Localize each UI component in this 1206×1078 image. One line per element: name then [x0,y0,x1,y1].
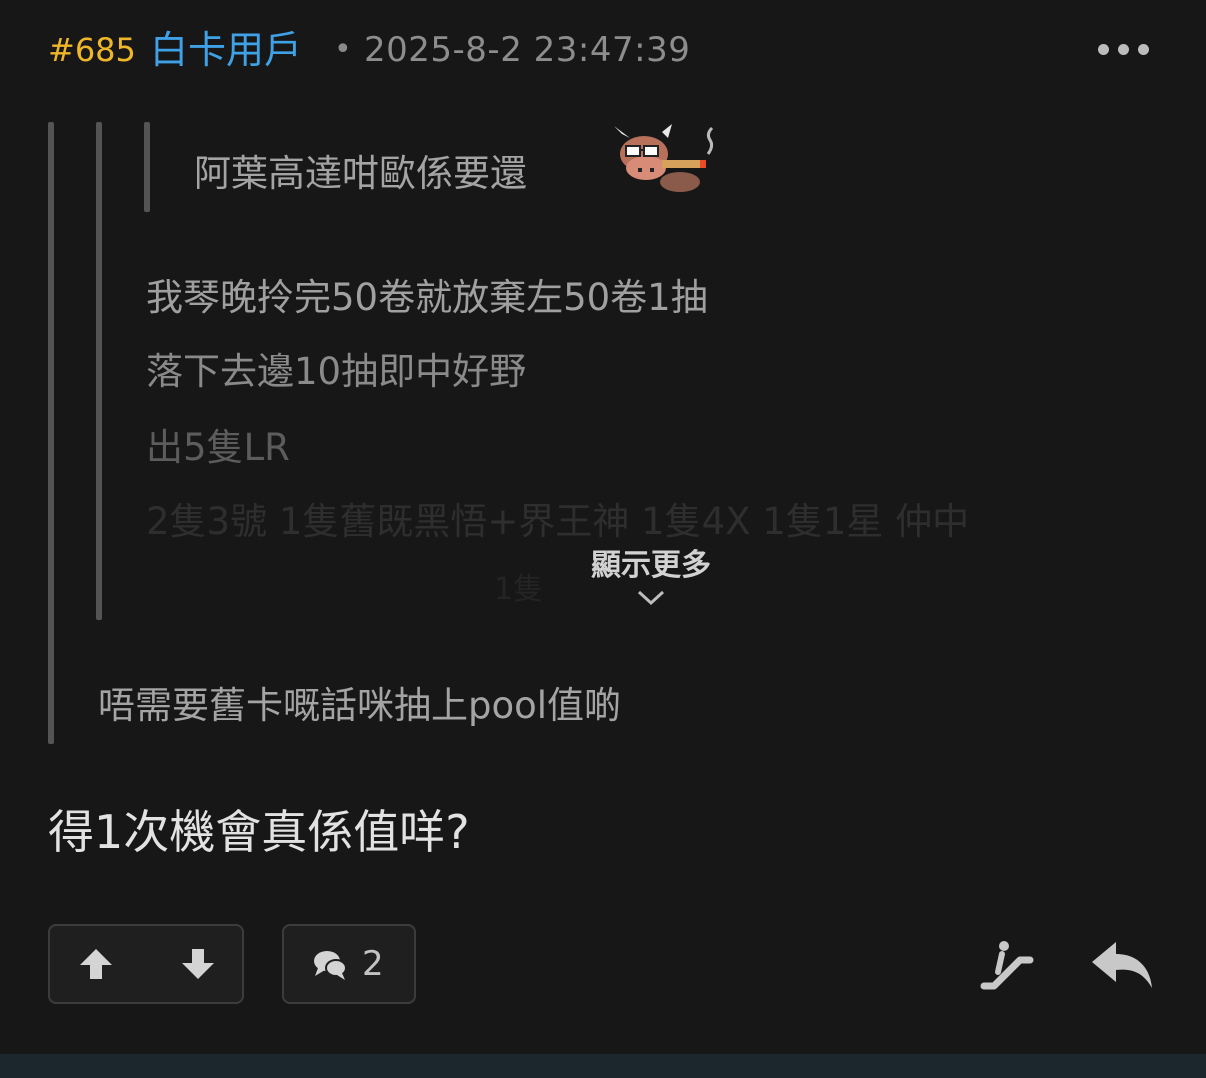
reply-button[interactable] [1090,938,1154,990]
quote-level-2-line: 1隻 [494,572,544,607]
downvote-button[interactable] [178,944,218,984]
comments-icon [314,951,347,980]
cow-smoking-cigar-emoji [610,124,722,196]
quote-bar-level-3 [144,122,150,212]
username-link[interactable]: 白卡用戶 [150,26,302,74]
quote-level-2-line: 落下去邊10抽即中好野 [146,350,527,393]
escalator-button[interactable] [980,938,1036,990]
upvote-button[interactable] [76,944,116,984]
show-more-label: 顯示更多 [591,548,711,583]
bottom-bar [0,1054,1206,1078]
quote-level-2-line: 2隻3號 1隻舊既黑悟+界王神 1隻4X 1隻1星 仲中 [146,500,970,543]
header-separator: • [334,32,352,67]
quote-bar-level-2 [96,122,102,620]
ellipsis-icon[interactable] [1094,36,1154,64]
vote-group [48,924,244,1004]
chevron-down-icon [637,590,665,606]
quote-level-2-line: 我琴晚拎完50卷就放棄左50卷1抽 [146,276,708,319]
comments-button[interactable]: 2 [282,924,416,1004]
escalator-icon [980,941,1034,990]
post-number: #685 [48,31,136,69]
quote-bar-level-1 [48,122,54,744]
post-timestamp: 2025-8-2 23:47:39 [364,30,691,70]
arrow-down-icon [182,949,214,979]
reply-icon [1092,942,1152,988]
post-content: 得1次機會真係值咩? [48,805,470,859]
arrow-up-icon [80,949,112,979]
quote-level-3-text: 阿葉高達咁歐係要還 [194,152,527,195]
quote-level-2-line: 出5隻LR [146,426,290,469]
show-more-button[interactable]: 顯示更多 [548,544,754,620]
post-container: #685 白卡用戶 • 2025-8-2 23:47:39 阿葉高達咁歐係要還 [0,0,1206,1054]
comment-count: 2 [362,944,384,984]
quote-level-1-text: 唔需要舊卡嘅話咪抽上pool值啲 [98,684,622,727]
